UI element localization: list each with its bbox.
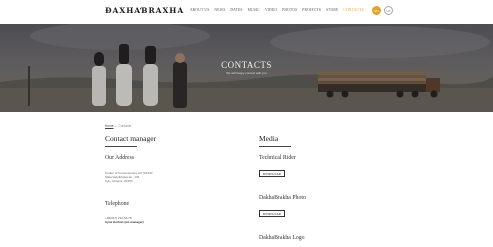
nav-projects[interactable]: PROJECTS [302, 8, 321, 12]
nav-photos[interactable]: PHOTOS [282, 8, 297, 12]
address-title: Our Address [105, 155, 135, 161]
technical-rider-title: Technical Rider [259, 155, 296, 161]
main-nav: ABOUT US NEWS DATES MUSIC VIDEO PHOTOS P… [190, 8, 364, 12]
photo-download-button[interactable]: DOWNLOAD [259, 210, 285, 217]
breadcrumb: Home — Contacts [105, 124, 131, 128]
media-section-title: Media [259, 134, 279, 143]
page-title: CONTACTS [221, 60, 272, 70]
logo-title: DakhaBrakha Logo [259, 235, 305, 241]
nav-about[interactable]: ABOUT US [190, 8, 209, 12]
site-logo[interactable]: ĐAXHAƁRAXHA [105, 6, 184, 15]
telephone-block: +38(067) 234-56-78 Iryna Horban (art-man… [105, 216, 144, 224]
nav-contacts[interactable]: CONTACTS [343, 8, 363, 12]
photo-title: DakhaBrakha Photo [259, 195, 306, 201]
breadcrumb-current: Contacts [118, 124, 132, 128]
contact-divider [105, 146, 137, 147]
page-subtitle: We will happy contact with you [226, 71, 267, 75]
telephone-person: Iryna Horban (art-manager) [105, 220, 144, 225]
nav-music[interactable]: MUSIC [248, 8, 260, 12]
lang-en-button[interactable]: EN [372, 6, 381, 15]
nav-dates[interactable]: DATES [230, 8, 242, 12]
hero-banner: CONTACTS We will happy contact with you [0, 24, 493, 112]
address-line: Kyiv, Ukraine, 03150 [105, 179, 133, 184]
technical-rider-download-button[interactable]: DOWNLOAD [259, 170, 285, 177]
nav-store[interactable]: STORE [326, 8, 338, 12]
media-divider [259, 146, 291, 147]
contact-section-title: Contact manager [105, 134, 157, 143]
nav-news[interactable]: NEWS [214, 8, 225, 12]
nav-video[interactable]: VIDEO [265, 8, 277, 12]
lang-ua-button[interactable]: UA [384, 6, 393, 15]
site-header: ĐAXHAƁRAXHA ABOUT US NEWS DATES MUSIC VI… [0, 0, 493, 24]
address-block: Center of Contemporary Art "DAKH" Mala V… [105, 171, 153, 184]
breadcrumb-home[interactable]: Home [105, 124, 114, 128]
telephone-title: Telephone [105, 201, 130, 207]
